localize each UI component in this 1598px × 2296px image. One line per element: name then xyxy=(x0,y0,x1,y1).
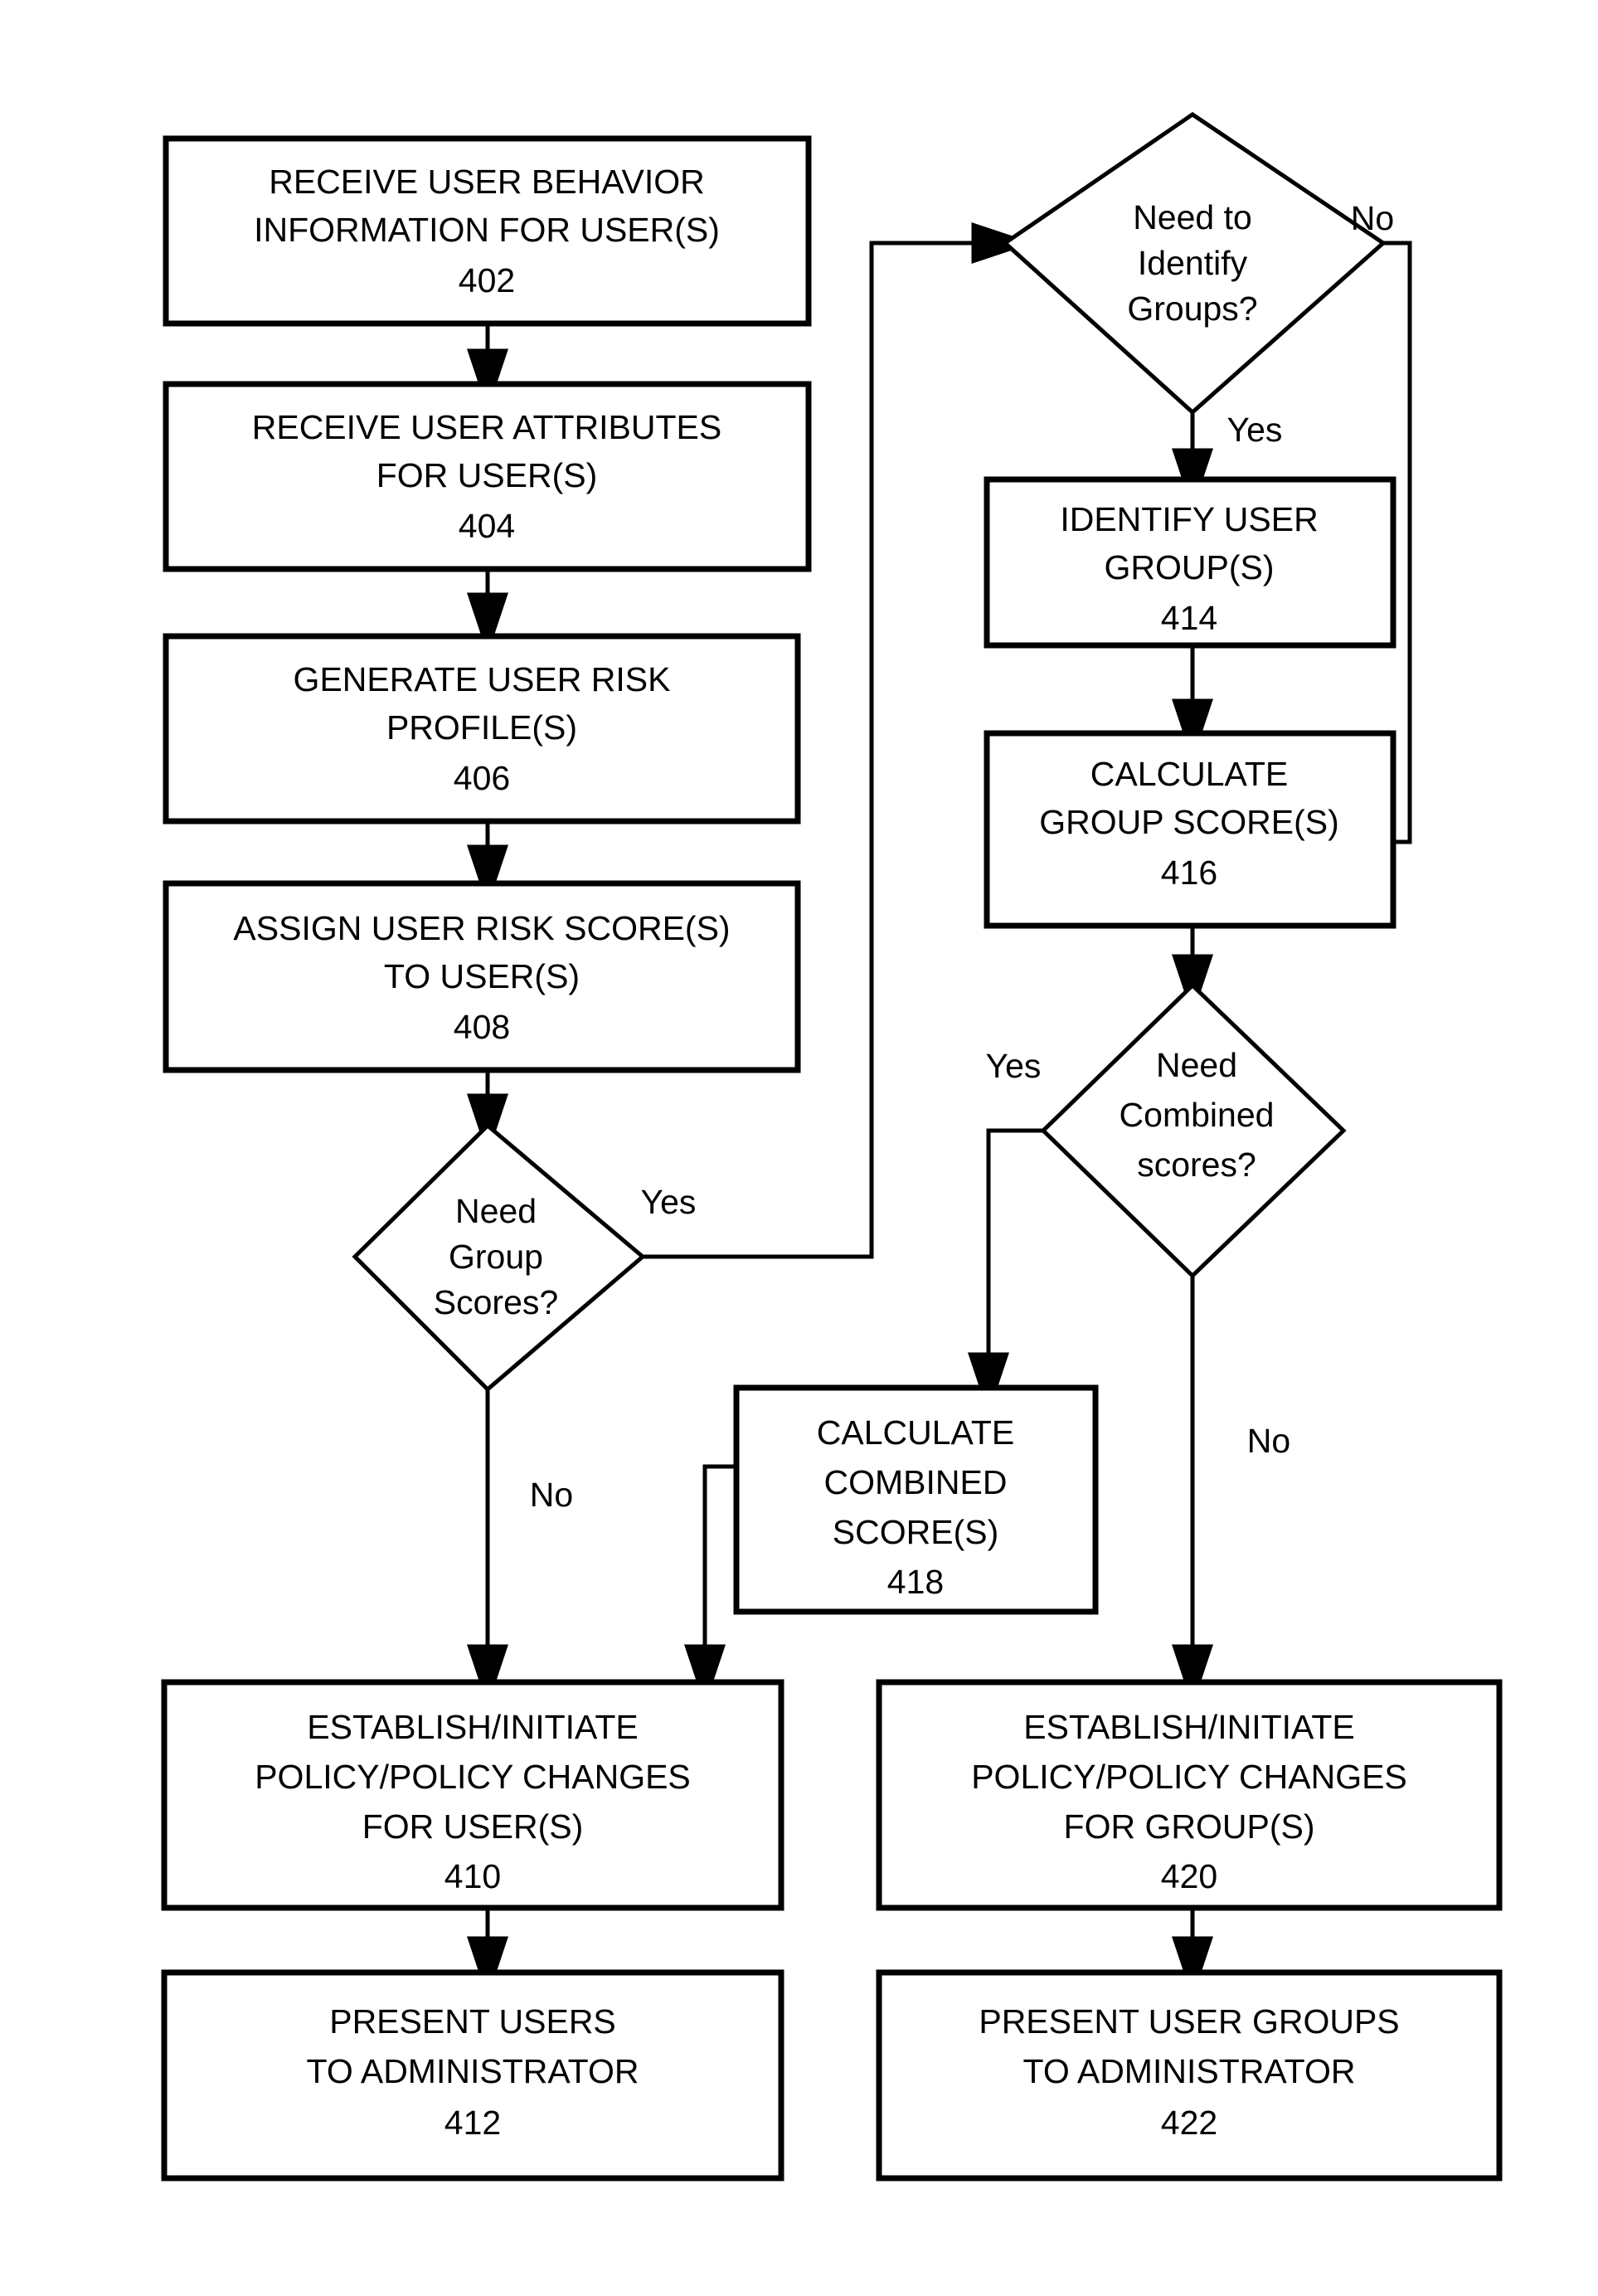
label-identify-groups-yes: Yes xyxy=(1227,411,1283,449)
decision-need-to-identify-groups[interactable]: Need to Identify Groups? xyxy=(1001,111,1387,416)
node-410-ref: 410 xyxy=(444,1857,501,1895)
flowchart-canvas: RECEIVE USER BEHAVIOR INFORMATION FOR US… xyxy=(0,0,1598,2296)
node-402-receive-user-behavior-information[interactable]: RECEIVE USER BEHAVIOR INFORMATION FOR US… xyxy=(163,135,812,327)
edge-418-to-410 xyxy=(684,1464,736,1707)
node-418-line3: SCORE(S) xyxy=(833,1513,998,1551)
decision-need-to-identify-groups-line2: Identify xyxy=(1138,244,1248,282)
node-414-identify-user-groups[interactable]: IDENTIFY USER GROUP(S) 414 xyxy=(984,476,1396,649)
node-410-line2: POLICY/POLICY CHANGES xyxy=(255,1758,691,1796)
decision-need-to-identify-groups-line3: Groups? xyxy=(1127,289,1257,328)
node-408-line2: TO USER(S) xyxy=(384,957,580,995)
node-404-line2: FOR USER(S) xyxy=(376,456,598,494)
label-identify-groups-no: No xyxy=(1351,199,1394,237)
node-416-ref: 416 xyxy=(1161,854,1217,892)
decision-need-group-scores-line1: Need xyxy=(455,1192,537,1230)
node-410-line3: FOR USER(S) xyxy=(362,1807,584,1846)
decision-need-group-scores-line3: Scores? xyxy=(434,1283,558,1321)
node-422-line2: TO ADMINISTRATOR xyxy=(1023,2052,1356,2090)
node-408-ref: 408 xyxy=(454,1008,510,1046)
node-418-line2: COMBINED xyxy=(824,1463,1008,1501)
node-410-establish-initiate-policy-for-users[interactable]: ESTABLISH/INITIATE POLICY/POLICY CHANGES… xyxy=(161,1679,784,1911)
decision-need-combined-scores[interactable]: Need Combined scores? xyxy=(1040,982,1347,1279)
node-406-ref: 406 xyxy=(454,759,510,797)
decision-need-combined-scores-line3: scores? xyxy=(1137,1146,1256,1184)
node-412-line1: PRESENT USERS xyxy=(329,2002,616,2041)
label-combined-scores-no: No xyxy=(1247,1422,1290,1460)
node-412-ref: 412 xyxy=(444,2104,501,2142)
node-420-line2: POLICY/POLICY CHANGES xyxy=(971,1758,1407,1796)
node-414-line2: GROUP(S) xyxy=(1105,548,1275,586)
node-416-line1: CALCULATE xyxy=(1090,755,1288,793)
node-406-generate-user-risk-profile[interactable]: GENERATE USER RISK PROFILE(S) 406 xyxy=(163,633,801,825)
decision-need-combined-scores-line2: Combined xyxy=(1120,1096,1275,1134)
edge-need-combined-scores-yes-to-418 xyxy=(968,1128,1043,1415)
node-422-line1: PRESENT USER GROUPS xyxy=(979,2002,1399,2041)
node-414-line1: IDENTIFY USER xyxy=(1060,500,1318,538)
node-412-present-users-to-administrator[interactable]: PRESENT USERS TO ADMINISTRATOR 412 xyxy=(161,1969,784,2182)
node-418-line1: CALCULATE xyxy=(817,1413,1014,1452)
node-420-line1: ESTABLISH/INITIATE xyxy=(1023,1708,1354,1746)
node-416-calculate-group-scores[interactable]: CALCULATE GROUP SCORE(S) 416 xyxy=(984,730,1396,929)
node-420-line3: FOR GROUP(S) xyxy=(1064,1807,1315,1846)
node-420-ref: 420 xyxy=(1161,1857,1217,1895)
node-408-line1: ASSIGN USER RISK SCORE(S) xyxy=(233,909,730,947)
decision-need-to-identify-groups-line1: Need to xyxy=(1133,198,1252,236)
decision-need-group-scores-line2: Group xyxy=(449,1238,543,1276)
node-402-line1: RECEIVE USER BEHAVIOR xyxy=(269,163,705,201)
node-404-line1: RECEIVE USER ATTRIBUTES xyxy=(252,408,722,446)
node-406-line2: PROFILE(S) xyxy=(386,708,577,747)
node-422-ref: 422 xyxy=(1161,2104,1217,2142)
label-group-scores-no: No xyxy=(530,1476,573,1514)
node-422-present-user-groups-to-administrator[interactable]: PRESENT USER GROUPS TO ADMINISTRATOR 422 xyxy=(876,1969,1503,2182)
node-406-line1: GENERATE USER RISK xyxy=(294,660,671,698)
node-418-calculate-combined-scores[interactable]: CALCULATE COMBINED SCORE(S) 418 xyxy=(733,1384,1099,1615)
flowchart-svg: RECEIVE USER BEHAVIOR INFORMATION FOR US… xyxy=(161,111,1503,2182)
node-418-ref: 418 xyxy=(887,1563,944,1601)
node-404-receive-user-attributes[interactable]: RECEIVE USER ATTRIBUTES FOR USER(S) 404 xyxy=(163,381,812,572)
node-412-line2: TO ADMINISTRATOR xyxy=(307,2052,639,2090)
decision-need-group-scores[interactable]: Need Group Scores? xyxy=(352,1122,646,1393)
node-404-ref: 404 xyxy=(459,507,515,545)
node-402-line2: INFORMATION FOR USER(S) xyxy=(254,211,720,249)
node-402-ref: 402 xyxy=(459,261,515,299)
decision-need-combined-scores-line1: Need xyxy=(1156,1046,1237,1084)
node-420-establish-initiate-policy-for-groups[interactable]: ESTABLISH/INITIATE POLICY/POLICY CHANGES… xyxy=(876,1679,1503,1911)
label-group-scores-yes: Yes xyxy=(641,1183,697,1221)
node-410-line1: ESTABLISH/INITIATE xyxy=(307,1708,638,1746)
node-408-assign-user-risk-score[interactable]: ASSIGN USER RISK SCORE(S) TO USER(S) 408 xyxy=(163,880,801,1073)
label-combined-scores-yes: Yes xyxy=(986,1047,1042,1085)
node-416-line2: GROUP SCORE(S) xyxy=(1039,803,1338,841)
node-414-ref: 414 xyxy=(1161,599,1217,637)
